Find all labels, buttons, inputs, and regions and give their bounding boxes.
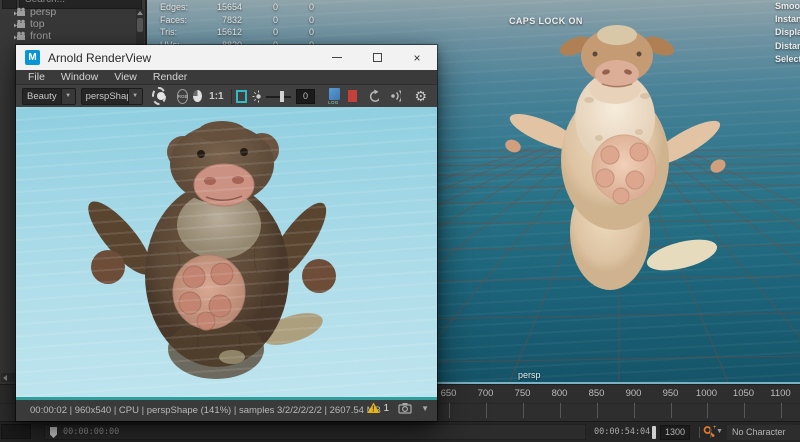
crop-region-icon[interactable] xyxy=(236,89,247,103)
menu-file[interactable]: File xyxy=(20,71,53,83)
exposure-value-field[interactable]: 0 xyxy=(295,88,316,104)
render-progress-bar xyxy=(16,397,437,400)
playback-marker-icon[interactable] xyxy=(50,427,57,438)
range-slider-bar: 00:00:00:00 00:00:54:04 1300 + ▼ No Char… xyxy=(0,421,800,442)
frame-label: 750 xyxy=(504,388,541,418)
range-end-handle[interactable] xyxy=(652,426,656,439)
outliner-item-top[interactable]: top xyxy=(14,18,45,30)
exposure-slider[interactable] xyxy=(266,90,291,103)
hud-label: Selecte xyxy=(775,53,800,64)
svg-text:!: ! xyxy=(372,405,375,414)
settings-gear-icon[interactable]: ⚙ xyxy=(414,89,427,103)
slider-handle[interactable] xyxy=(280,90,285,102)
chevron-down-icon[interactable]: ▼ xyxy=(421,404,429,413)
outliner-hscrollbar[interactable] xyxy=(1,373,15,382)
scroll-left-icon[interactable] xyxy=(3,375,7,381)
separator xyxy=(710,427,711,438)
frame-label: 1050 xyxy=(725,388,762,418)
slider-track xyxy=(266,95,291,98)
frame-label: 950 xyxy=(652,388,689,418)
hud-row: Faces: 7832 0 0 xyxy=(160,14,314,25)
chevron-down-icon: ▼ xyxy=(127,88,142,104)
separator xyxy=(699,427,700,438)
zoom-ratio-button[interactable]: 1:1 xyxy=(207,91,225,102)
hud-row: Tris: 15612 0 0 xyxy=(160,27,314,38)
chevron-down-icon[interactable]: ▼ xyxy=(716,428,723,435)
frame-label: 800 xyxy=(541,388,578,418)
aov-value: Beauty xyxy=(27,90,57,102)
lut-doc-shape xyxy=(329,87,341,100)
window-titlebar[interactable]: M Arnold RenderView × xyxy=(16,45,437,70)
minimize-button[interactable] xyxy=(317,45,357,70)
snapshot-camera-icon[interactable] xyxy=(398,402,412,414)
aov-dropdown[interactable]: Beauty ▼ xyxy=(22,87,76,105)
sky-streaks xyxy=(16,107,437,397)
frame-label: 700 xyxy=(467,388,504,418)
separator xyxy=(230,88,232,104)
character-set-selector[interactable]: No Character Set xyxy=(727,425,800,440)
exposure-icon xyxy=(252,90,262,102)
outliner-item-label: persp xyxy=(30,6,57,18)
outliner-item-front[interactable]: front xyxy=(14,30,51,42)
render-status-text: 00:00:02 | 960x540 | CPU | perspShape (1… xyxy=(30,405,381,416)
outliner-item-label: front xyxy=(30,30,52,42)
stop-render-icon[interactable] xyxy=(348,90,358,102)
range-slider[interactable]: 00:00:00:00 xyxy=(44,424,586,440)
caps-lock-indicator: CAPS LOCK ON xyxy=(509,16,583,26)
close-button[interactable]: × xyxy=(397,45,437,70)
frame-label: 1000 xyxy=(688,388,725,418)
hud-right-labels: Smooth Instanc Display Distanc Selecte xyxy=(775,1,800,67)
hud-polycount: Edges: 15654 0 0 Faces: 7832 0 0 Tris: 15612 0 0 … xyxy=(160,1,314,51)
status-right-cluster: ! 1 ▼ xyxy=(367,402,429,414)
camera-value: perspShape xyxy=(85,90,128,102)
outliner-item-label: top xyxy=(30,18,45,30)
start-render-icon[interactable] xyxy=(151,87,166,105)
lut-label: LOG xyxy=(328,99,339,105)
frame-label: 1100 xyxy=(762,388,799,418)
maya-application: Edges: 15654 0 0 Faces: 7832 0 0 Tris: 15612 0 0 … xyxy=(0,0,800,442)
hud-label: Smooth xyxy=(775,1,800,11)
scroll-up-icon[interactable] xyxy=(137,11,143,15)
scroll-thumb[interactable] xyxy=(137,18,143,32)
camera-icon xyxy=(14,19,25,28)
warning-icon[interactable]: ! xyxy=(367,402,380,414)
frame-label: 850 xyxy=(578,388,615,418)
chevron-down-icon: ▼ xyxy=(60,88,75,104)
lut-log-icon[interactable]: LOG xyxy=(328,87,341,105)
ipr-updates-icon[interactable] xyxy=(390,89,402,103)
minimize-icon xyxy=(332,57,342,58)
rgb-channels-icon[interactable]: RGB xyxy=(176,88,189,104)
menu-render[interactable]: Render xyxy=(145,71,195,83)
maya-app-icon: M xyxy=(25,50,40,65)
current-timecode: 00:00:00:00 xyxy=(63,427,120,437)
hud-label: Display xyxy=(775,27,800,38)
hud-label: Distanc xyxy=(775,40,800,51)
menu-view[interactable]: View xyxy=(106,71,145,83)
camera-dropdown[interactable]: perspShape ▼ xyxy=(80,87,143,105)
hud-row: Edges: 15654 0 0 xyxy=(160,2,314,13)
render-status-bar: 00:00:02 | 960x540 | CPU | perspShape (1… xyxy=(16,397,437,421)
viewport-camera-label: persp xyxy=(518,370,541,380)
outliner-item-persp[interactable]: persp xyxy=(14,6,56,18)
end-timecode: 00:00:54:04 xyxy=(594,427,651,437)
menu-window[interactable]: Window xyxy=(53,71,106,83)
arnold-renderview-window: M Arnold RenderView × File Window View R… xyxy=(15,44,438,422)
maximize-button[interactable] xyxy=(357,45,397,70)
refresh-render-icon[interactable] xyxy=(368,89,379,104)
end-frame-field[interactable]: 1300 xyxy=(660,425,690,440)
display-channel-icon[interactable] xyxy=(193,90,203,102)
render-toolbar: Beauty ▼ perspShape ▼ RGB 1:1 0 LOG xyxy=(16,84,437,107)
warning-count: 1 xyxy=(383,402,390,414)
frame-label: 900 xyxy=(615,388,652,418)
render-image[interactable] xyxy=(16,107,437,397)
camera-icon xyxy=(14,31,25,40)
menu-bar: File Window View Render xyxy=(16,70,437,84)
window-title: Arnold RenderView xyxy=(48,50,152,65)
maximize-icon xyxy=(372,53,382,62)
anim-start-field[interactable] xyxy=(1,424,31,439)
camera-icon xyxy=(14,7,25,16)
hud-label: Instanc xyxy=(775,14,800,25)
outliner-scrollbar[interactable] xyxy=(136,9,144,47)
